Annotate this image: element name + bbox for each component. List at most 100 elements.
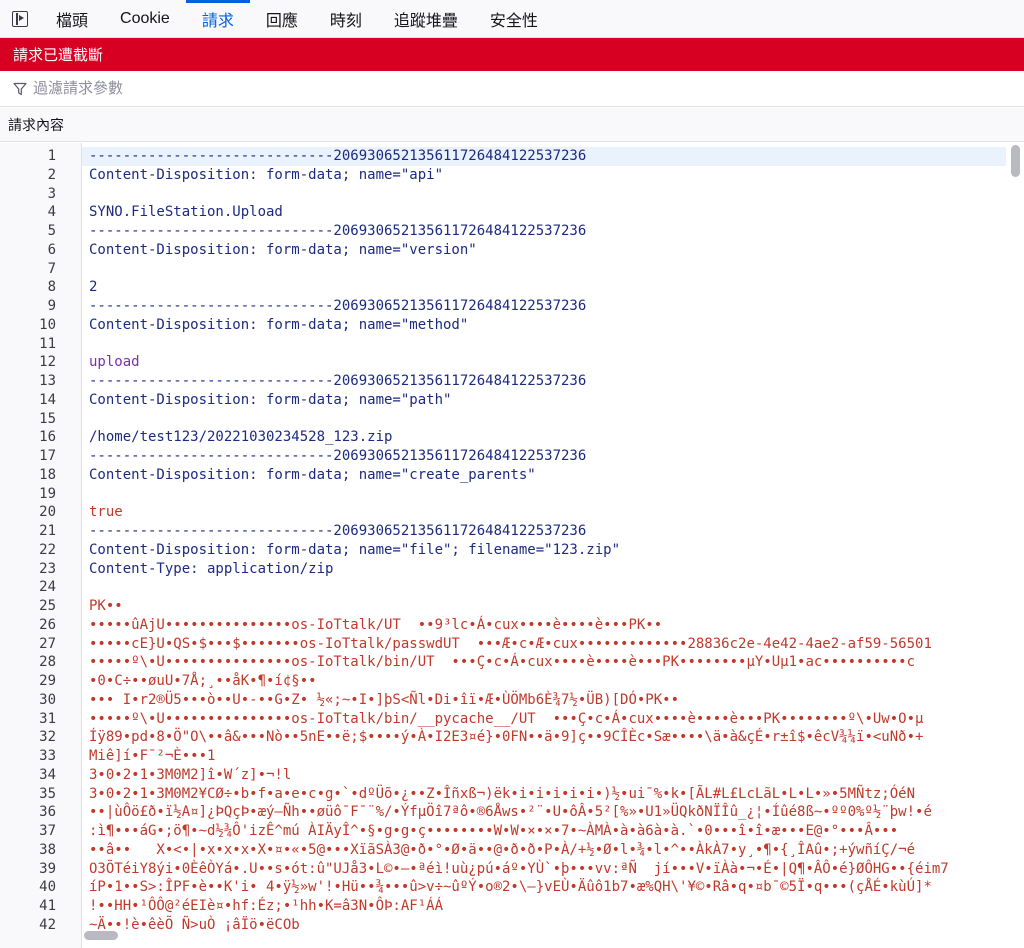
line-number: 3 xyxy=(47,185,56,202)
line-number: 40 xyxy=(39,879,56,896)
line-number: 30 xyxy=(39,691,56,708)
code-line[interactable]: Miê]í•F¯²¬È•••1 xyxy=(82,747,1006,766)
vertical-scrollbar-thumb[interactable] xyxy=(1011,145,1020,177)
tab-timings[interactable]: 時刻 xyxy=(314,0,378,37)
tab-security[interactable]: 安全性 xyxy=(474,0,554,37)
code-line[interactable] xyxy=(82,410,1006,429)
tab-response[interactable]: 回應 xyxy=(250,0,314,37)
line-number: 4 xyxy=(47,204,56,221)
code-line[interactable]: -----------------------------20693065213… xyxy=(82,147,1006,166)
code-line[interactable]: ••|ùÔö£ð•ï½A¤]¿ÞQçÞ•æý–Ñh••øüô¯F¯¨%/•Ýfµ… xyxy=(82,803,1006,822)
filter-bar xyxy=(0,71,1024,107)
code-line[interactable]: PK•• xyxy=(82,597,1006,616)
line-number: 22 xyxy=(39,541,56,558)
code-line[interactable] xyxy=(82,578,1006,597)
code-line[interactable]: Content-Type: application/zip xyxy=(82,560,1006,579)
code-line[interactable]: ~Ä••!è•êèÕ Ñ>uÒ ¡âÏö•ëCOb xyxy=(82,916,1006,933)
tab-headers[interactable]: 檔頭 xyxy=(40,0,104,37)
line-number: 14 xyxy=(39,391,56,408)
code-line[interactable]: -----------------------------20693065213… xyxy=(82,372,1006,391)
code-line-text: 3•0•2•1•3M0M2¥CØ÷•b•f•a•e•c•g•`•dºÜõ•¿••… xyxy=(89,785,916,802)
code-line[interactable]: ••• I•r2®Ü5•••ò••U•-••G•Z• ½«;~•I•]þS<Ñl… xyxy=(82,691,1006,710)
code-line[interactable]: -----------------------------20693065213… xyxy=(82,522,1006,541)
section-title: 請求內容 xyxy=(8,116,64,133)
line-number: 32 xyxy=(39,729,56,746)
filter-request-params-input[interactable] xyxy=(33,80,633,97)
code-line[interactable]: ••â•• X•<•|•x•x•x•X•¤•«•5@•••XïãSÀ3@•ð•°… xyxy=(82,841,1006,860)
code-line[interactable]: true xyxy=(82,503,1006,522)
tab-cookies[interactable]: Cookie xyxy=(104,0,186,37)
code-line-text: ••• I•r2®Ü5•••ò••U•-••G•Z• ½«;~•I•]þS<Ñl… xyxy=(89,691,680,708)
code-line[interactable]: O3ÕTéiY8ýi•0ÈêÒYá•.U••s•ót:û"UJå3•L©•—•ª… xyxy=(82,860,1006,879)
code-line-text: 3•0•2•1•3M0M2]î•W´z]•¬!l xyxy=(89,766,292,783)
code-line-text: •••••º\•U•••••••••••••••os-IoTtalk/bin/_… xyxy=(89,710,924,727)
code-line[interactable] xyxy=(82,185,1006,204)
line-number: 7 xyxy=(47,260,56,277)
code-line[interactable]: •••••º\•U•••••••••••••••os-IoTtalk/bin/_… xyxy=(82,710,1006,729)
code-line-text: true xyxy=(89,504,123,521)
code-line[interactable]: Content-Disposition: form-data; name="ap… xyxy=(82,166,1006,185)
code-line[interactable]: Content-Disposition: form-data; name="ve… xyxy=(82,241,1006,260)
request-payload-header[interactable]: 請求內容 xyxy=(0,108,1024,142)
line-number: 25 xyxy=(39,598,56,614)
request-payload-editor[interactable]: 1 2 3 4 5 6 7 8 9 10 11 12 13 14 15 16 17 18 19 20 21 22 23 24 2… xyxy=(0,143,1024,948)
filter-icon xyxy=(13,82,27,95)
line-number: 20 xyxy=(39,504,56,521)
code-line[interactable]: 3•0•2•1•3M0M2]î•W´z]•¬!l xyxy=(82,766,1006,785)
line-number: 13 xyxy=(39,373,56,389)
line-number: 26 xyxy=(39,616,56,633)
code-line[interactable]: Content-Disposition: form-data; name="me… xyxy=(82,316,1006,335)
line-number: 5 xyxy=(47,223,56,239)
code-line-text: •••••ûAjU•••••••••••••••os-IoTtalk/UT ••… xyxy=(89,616,663,633)
tab-bar: 檔頭 Cookie 請求 回應 時刻 追蹤堆疊 安全性 xyxy=(0,0,1024,38)
line-number: 15 xyxy=(39,410,56,427)
code-line-text: ••â•• X•<•|•x•x•x•X•¤•«•5@•••XïãSÀ3@•ð•°… xyxy=(89,841,916,858)
code-line[interactable]: Content-Disposition: form-data; name="fi… xyxy=(82,541,1006,560)
line-number: 36 xyxy=(39,804,56,821)
code-line[interactable]: /home/test123/20221030234528_123.zip xyxy=(82,428,1006,447)
line-number: 8 xyxy=(47,279,56,296)
line-number: 39 xyxy=(39,860,56,877)
code-line-text: íP•1••S>:ÎPF•è••K'i• 4•ÿ½»w'!•Hü••¾•••û>… xyxy=(89,879,932,896)
code-line[interactable]: Íÿ89•pd•8•Ö"O\••â&•••Nò••5nE••ë;$••••ý•À… xyxy=(82,728,1006,747)
code-line[interactable]: SYNO.FileStation.Upload xyxy=(82,203,1006,222)
code-line[interactable]: Content-Disposition: form-data; name="pa… xyxy=(82,391,1006,410)
horizontal-scrollbar-thumb[interactable] xyxy=(84,931,118,940)
code-area[interactable]: -----------------------------20693065213… xyxy=(82,143,1006,933)
code-line[interactable]: •0•C÷••øuU•7Å;¸••åK•¶•í¢§•• xyxy=(82,672,1006,691)
code-line-text: Content-Disposition: form-data; name="ve… xyxy=(89,241,477,258)
code-line[interactable]: •••••cE}U•QS•$•••$•••••••os-IoTtalk/pass… xyxy=(82,635,1006,654)
tab-request[interactable]: 請求 xyxy=(185,0,250,37)
code-line[interactable]: 2 xyxy=(82,278,1006,297)
line-number-gutter: 1 2 3 4 5 6 7 8 9 10 11 12 13 14 15 16 17 18 19 20 21 22 23 24 2… xyxy=(0,143,82,948)
line-number: 1 xyxy=(47,148,56,164)
line-number: 12 xyxy=(39,354,56,371)
dock-toggle-button[interactable] xyxy=(0,0,40,37)
code-line-text: SYNO.FileStation.Upload xyxy=(89,204,283,221)
code-line[interactable]: 3•0•2•1•3M0M2¥CØ÷•b•f•a•e•c•g•`•dºÜõ•¿••… xyxy=(82,785,1006,804)
code-line[interactable] xyxy=(82,335,1006,354)
code-line[interactable]: !••HH•¹ÔÔ@²éEIè¤•hf:Éz;•¹hh•K=â3N•ÔÞ:AF¹… xyxy=(82,897,1006,916)
code-line[interactable]: íP•1••S>:ÎPF•è••K'i• 4•ÿ½»w'!•Hü••¾•••û>… xyxy=(82,878,1006,897)
line-number: 42 xyxy=(39,916,56,933)
code-line[interactable]: •••••º\•U•••••••••••••••os-IoTtalk/bin/U… xyxy=(82,653,1006,672)
code-line-text: !••HH•¹ÔÔ@²éEIè¤•hf:Éz;•¹hh•K=â3N•ÔÞ:AF¹… xyxy=(89,898,444,914)
code-line[interactable]: -----------------------------20693065213… xyxy=(82,297,1006,316)
line-number: 37 xyxy=(39,823,56,839)
code-line[interactable]: :ì¶•••áG•;ö¶•~d½¾Ô'izÊ^mú ÀIÄyÎ^•§•g•g•ç… xyxy=(82,822,1006,841)
line-number: 34 xyxy=(39,766,56,783)
line-number: 6 xyxy=(47,241,56,258)
code-line[interactable]: -----------------------------20693065213… xyxy=(82,447,1006,466)
tab-stack-trace[interactable]: 追蹤堆疊 xyxy=(378,0,474,37)
code-line-text: Content-Disposition: form-data; name="cr… xyxy=(89,466,536,483)
code-line[interactable]: -----------------------------20693065213… xyxy=(82,222,1006,241)
line-number: 27 xyxy=(39,635,56,652)
code-line[interactable] xyxy=(82,485,1006,504)
code-line-text: Íÿ89•pd•8•Ö"O\••â&•••Nò••5nE••ë;$••••ý•À… xyxy=(89,729,924,746)
code-line[interactable] xyxy=(82,260,1006,279)
code-line-text: Content-Type: application/zip xyxy=(89,560,334,577)
vertical-scrollbar-track[interactable] xyxy=(1006,143,1024,933)
code-line[interactable]: upload xyxy=(82,353,1006,372)
code-line[interactable]: •••••ûAjU•••••••••••••••os-IoTtalk/UT ••… xyxy=(82,616,1006,635)
code-line[interactable]: Content-Disposition: form-data; name="cr… xyxy=(82,466,1006,485)
